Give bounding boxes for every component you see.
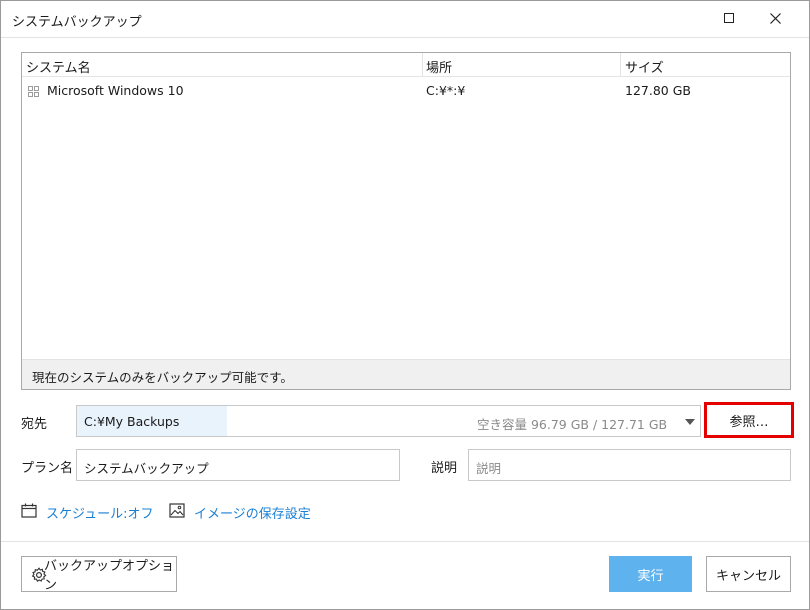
system-name-cell: Microsoft Windows 10 xyxy=(47,83,184,98)
list-footer: 現在のシステムのみをバックアップ可能です。 xyxy=(22,359,790,389)
list-item[interactable]: Microsoft Windows 10 C:¥*:¥ 127.80 GB xyxy=(22,80,790,102)
run-button[interactable]: 実行 xyxy=(609,556,692,592)
system-list: システム名 場所 サイズ Microsoft Windows 10 C:¥*:¥… xyxy=(21,52,791,390)
backup-options-button[interactable]: バックアップオプション xyxy=(21,556,177,593)
description-field[interactable]: 説明 xyxy=(468,449,791,481)
maximize-icon xyxy=(724,13,734,23)
destination-path: C:¥My Backups xyxy=(77,406,227,436)
gear-icon xyxy=(31,567,47,583)
column-divider[interactable] xyxy=(620,53,621,76)
plan-name-label: プラン名 xyxy=(21,461,74,476)
destination-label: 宛先 xyxy=(21,417,48,432)
location-cell: C:¥*:¥ xyxy=(426,83,466,98)
browse-button[interactable]: 参照… xyxy=(704,402,794,438)
column-divider[interactable] xyxy=(422,53,423,76)
free-space-text: 空き容量 96.79 GB / 127.71 GB xyxy=(477,417,668,432)
footer-note: 現在のシステムのみをバックアップ可能です。 xyxy=(32,370,293,385)
description-label: 説明 xyxy=(431,461,458,476)
close-icon xyxy=(769,12,781,24)
image-settings-link[interactable]: イメージの保存設定 xyxy=(194,503,311,522)
list-header: システム名 場所 サイズ xyxy=(22,53,790,77)
destination-dropdown[interactable]: C:¥My Backups 空き容量 96.79 GB / 127.71 GB xyxy=(76,405,701,437)
column-header-size[interactable]: サイズ xyxy=(625,57,664,76)
backup-options-label: バックアップオプション xyxy=(44,559,175,593)
maximize-button[interactable] xyxy=(706,1,752,35)
title-bar: システムバックアップ xyxy=(1,1,809,37)
windows-icon xyxy=(28,86,39,97)
calendar-icon[interactable] xyxy=(21,503,37,518)
image-icon[interactable] xyxy=(169,503,185,518)
system-backup-dialog: システムバックアップ システム名 場所 サイズ Microsoft Window… xyxy=(0,0,810,610)
plan-name-field[interactable]: システムバックアップ xyxy=(76,449,400,481)
schedule-link[interactable]: スケジュール:オフ xyxy=(46,503,153,522)
cancel-button[interactable]: キャンセル xyxy=(706,556,791,592)
column-header-location[interactable]: 場所 xyxy=(426,57,452,76)
column-header-system-name[interactable]: システム名 xyxy=(26,57,91,76)
close-button[interactable] xyxy=(752,1,798,35)
window-title: システムバックアップ xyxy=(12,15,142,30)
title-divider xyxy=(1,37,809,38)
size-cell: 127.80 GB xyxy=(625,83,691,98)
dropdown-arrow-icon[interactable] xyxy=(685,419,695,425)
footer-divider xyxy=(1,541,809,542)
